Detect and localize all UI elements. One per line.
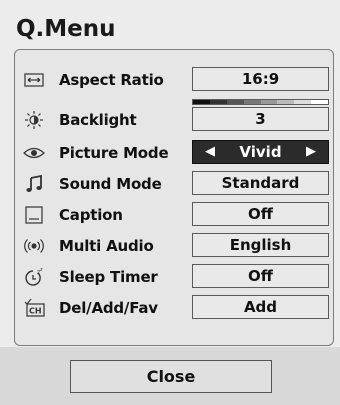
caption-icon (23, 205, 45, 225)
picture-mode-text: Vivid (239, 143, 282, 161)
quick-menu-panel: Q.Menu Aspect Ratio 16:9 Backlight 3 Pic… (0, 0, 340, 405)
music-note-icon (23, 174, 45, 194)
close-button[interactable]: Close (70, 360, 272, 393)
menu-item-label: Backlight (59, 111, 137, 129)
menu-row-aspect-ratio[interactable]: Aspect Ratio 16:9 (15, 67, 333, 93)
picture-mode-value[interactable]: ◀ Vivid ▶ (192, 140, 329, 164)
eye-icon (23, 143, 45, 163)
menu-items-frame: Aspect Ratio 16:9 Backlight 3 Picture Mo… (14, 49, 334, 346)
multi-audio-value[interactable]: English (192, 233, 329, 257)
menu-item-label: Sound Mode (59, 175, 162, 193)
caption-value[interactable]: Off (192, 202, 329, 226)
menu-row-sound-mode[interactable]: Sound Mode Standard (15, 171, 333, 197)
menu-title: Q.Menu (16, 16, 116, 42)
menu-row-backlight[interactable]: Backlight 3 (15, 99, 333, 133)
backlight-level-bar (192, 99, 329, 105)
menu-item-label: Picture Mode (59, 144, 169, 162)
menu-item-label: Multi Audio (59, 237, 154, 255)
arrow-left-icon[interactable]: ◀ (205, 141, 215, 163)
menu-row-sleep-timer[interactable]: z z Sleep Timer Off (15, 264, 333, 290)
menu-row-caption[interactable]: Caption Off (15, 202, 333, 228)
svg-text:z: z (40, 267, 43, 273)
sound-mode-value[interactable]: Standard (192, 171, 329, 195)
arrow-right-icon[interactable]: ▶ (306, 141, 316, 163)
menu-item-label: Aspect Ratio (59, 71, 164, 89)
del-add-fav-value[interactable]: Add (192, 295, 329, 319)
menu-row-multi-audio[interactable]: Multi Audio English (15, 233, 333, 259)
aspect-ratio-value[interactable]: 16:9 (192, 67, 329, 91)
menu-item-label: Del/Add/Fav (59, 299, 158, 317)
audio-waves-icon (23, 236, 45, 256)
svg-text:CH: CH (29, 307, 42, 316)
sleep-timer-icon: z z (23, 267, 45, 287)
menu-item-label: Caption (59, 206, 123, 224)
sleep-timer-value[interactable]: Off (192, 264, 329, 288)
channel-icon: CH (23, 298, 45, 318)
menu-item-label: Sleep Timer (59, 268, 158, 286)
backlight-value[interactable]: 3 (192, 107, 329, 131)
menu-row-del-add-fav[interactable]: CH Del/Add/Fav Add (15, 295, 333, 321)
menu-row-picture-mode[interactable]: Picture Mode ◀ Vivid ▶ (15, 140, 333, 166)
backlight-icon (23, 110, 45, 130)
aspect-ratio-icon (23, 70, 45, 90)
